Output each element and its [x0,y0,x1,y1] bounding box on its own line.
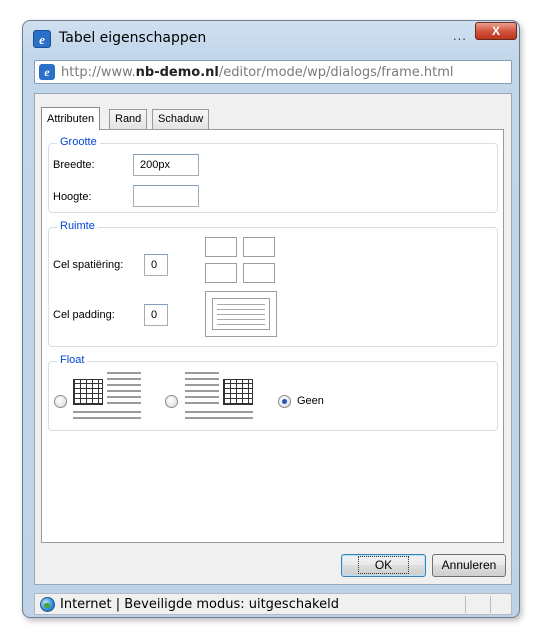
breedte-input[interactable] [133,154,199,176]
legend-grootte: Grootte [57,136,100,148]
legend-ruimte: Ruimte [57,220,98,232]
group-float: Float Geen [48,354,498,431]
ok-button[interactable]: OK [341,554,426,577]
cel-padding-label: Cel padding: [53,309,115,321]
cel-padding-input[interactable] [144,304,168,326]
title-overflow-dots: ... [453,28,467,43]
url-domain: nb-demo.nl [135,65,219,80]
tab-attributen[interactable]: Attributen [41,107,101,130]
float-none-radio[interactable] [278,395,291,408]
breedte-label: Breedte: [53,159,95,171]
float-right-icon [185,371,255,421]
hoogte-input[interactable] [133,185,199,207]
tab-schaduw[interactable]: Schaduw [152,109,210,129]
group-ruimte: Ruimte Cel spatiëring: Cel padding: [48,220,498,347]
float-left-radio[interactable] [54,395,67,408]
status-separator [490,596,491,613]
float-none-label[interactable]: Geen [297,395,324,407]
url-path: /editor/mode/wp/dialogs/frame.html [218,65,454,80]
annuleren-button[interactable]: Annuleren [432,554,506,577]
tab-rand[interactable]: Rand [109,109,148,129]
dialog-content: Attributen Rand Schaduw Grootte Breedte:… [34,93,512,585]
title-bar[interactable]: e Tabel eigenschappen ... X [23,21,519,55]
status-text: Internet | Beveiligde modus: uitgeschake… [60,597,339,612]
cel-spatiering-input[interactable] [144,254,168,276]
legend-float: Float [57,354,88,366]
url-prefix: http://www. [61,65,136,80]
cell-spacing-diagram [205,237,275,285]
cel-spatiering-label: Cel spatiëring: [53,259,124,271]
dialog-window: e Tabel eigenschappen ... X e http://www… [22,20,520,618]
address-url: http://www.nb-demo.nl/editor/mode/wp/dia… [61,65,454,80]
group-grootte: Grootte Breedte: Hoogte: [48,136,498,213]
status-bar: Internet | Beveiligde modus: uitgeschake… [34,593,512,615]
address-bar: e http://www.nb-demo.nl/editor/mode/wp/d… [34,60,512,84]
ok-button-label: OK [357,556,410,574]
float-left-icon [73,371,143,421]
cell-padding-diagram [205,291,277,337]
hoogte-label: Hoogte: [53,191,92,203]
globe-icon [40,597,55,612]
status-separator [465,596,466,613]
ie-icon: e [33,30,51,48]
tab-panel-attributen: Grootte Breedte: Hoogte: Ruimte Cel spat… [41,129,504,543]
close-button[interactable]: X [475,22,517,40]
window-title: Tabel eigenschappen [59,30,207,46]
float-right-radio[interactable] [165,395,178,408]
ie-page-icon: e [39,64,55,80]
